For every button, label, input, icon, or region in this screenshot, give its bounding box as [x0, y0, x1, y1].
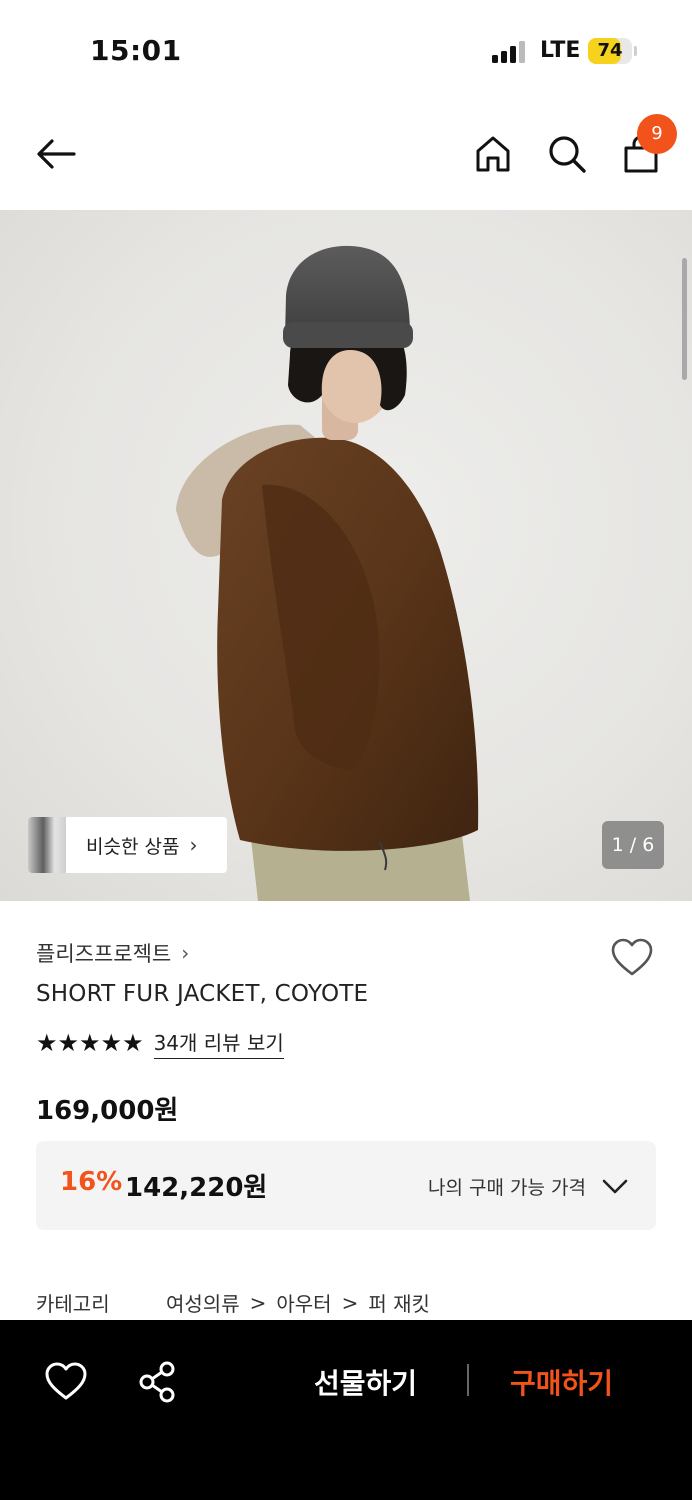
search-icon	[549, 136, 586, 173]
heart-icon	[611, 938, 653, 976]
breadcrumb-separator: >	[249, 1290, 267, 1315]
my-price-box[interactable]: 16% 142,220원 나의 구매 가능 가격	[36, 1141, 656, 1230]
battery-icon: 74	[588, 38, 632, 64]
breadcrumb-separator: >	[341, 1290, 359, 1315]
cart-count-badge: 9	[637, 114, 677, 154]
divider	[467, 1364, 469, 1396]
chevron-down-icon	[602, 1179, 628, 1194]
product-photo	[176, 245, 479, 901]
gift-button[interactable]: 선물하기	[314, 1362, 417, 1402]
bottom-wishlist-button[interactable]	[44, 1360, 88, 1404]
discount-rate: 16%	[60, 1167, 123, 1197]
category-item[interactable]: 퍼 재킷	[368, 1288, 430, 1317]
similar-products-button[interactable]: 비슷한 상품 ›	[28, 817, 227, 873]
chevron-right-icon: ›	[189, 833, 198, 857]
wishlist-button[interactable]	[610, 936, 654, 980]
status-bar: 15:01 LTE 74	[0, 0, 692, 100]
arrow-left-icon	[37, 139, 76, 169]
similar-product-thumbnail	[28, 817, 66, 873]
rating-stars-icon: ★★★★★	[36, 1029, 144, 1057]
rating-row: ★★★★★ 34개 리뷰 보기	[36, 1027, 284, 1059]
category-item[interactable]: 아우터	[276, 1288, 331, 1317]
chevron-right-icon: ›	[181, 941, 190, 965]
home-icon	[476, 136, 510, 172]
bottom-action-bar: 선물하기 구매하기	[0, 1320, 692, 1500]
my-price-label: 나의 구매 가능 가격	[428, 1177, 586, 1199]
top-nav-bar	[0, 100, 692, 210]
signal-strength-icon	[492, 41, 528, 63]
back-button[interactable]	[30, 128, 82, 180]
share-button[interactable]	[136, 1360, 180, 1404]
category-label: 카테고리	[36, 1292, 110, 1316]
product-name: SHORT FUR JACKET, COYOTE	[36, 981, 369, 1007]
brand-link[interactable]: 플리즈프로젝트 ›	[36, 938, 189, 968]
similar-products-label: 비슷한 상품	[86, 835, 180, 858]
sale-price: 142,220원	[125, 1173, 268, 1203]
review-link[interactable]: 34개 리뷰 보기	[153, 1027, 284, 1059]
category-item[interactable]: 여성의류	[166, 1288, 240, 1317]
home-button[interactable]	[467, 128, 519, 180]
battery-tip	[634, 46, 637, 56]
network-type: LTE	[540, 38, 581, 63]
category-breadcrumb: 여성의류 > 아우터 > 퍼 재킷	[166, 1288, 430, 1317]
product-image-gallery[interactable]	[0, 210, 692, 901]
share-icon	[139, 1361, 175, 1403]
brand-name: 플리즈프로젝트	[36, 942, 172, 966]
search-button[interactable]	[541, 128, 593, 180]
battery-level: 74	[597, 40, 623, 61]
scroll-indicator	[682, 258, 687, 380]
buy-button[interactable]: 구매하기	[510, 1362, 613, 1402]
heart-icon	[45, 1362, 87, 1400]
status-time: 15:01	[90, 34, 182, 67]
original-price: 169,000원	[36, 1096, 179, 1126]
image-page-counter: 1 / 6	[602, 821, 664, 869]
